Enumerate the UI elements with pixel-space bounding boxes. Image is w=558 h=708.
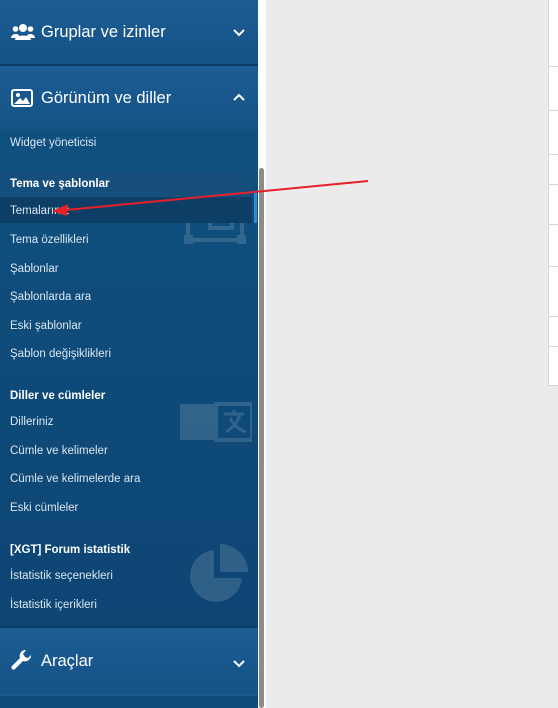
annotation-arrow	[52, 180, 369, 216]
